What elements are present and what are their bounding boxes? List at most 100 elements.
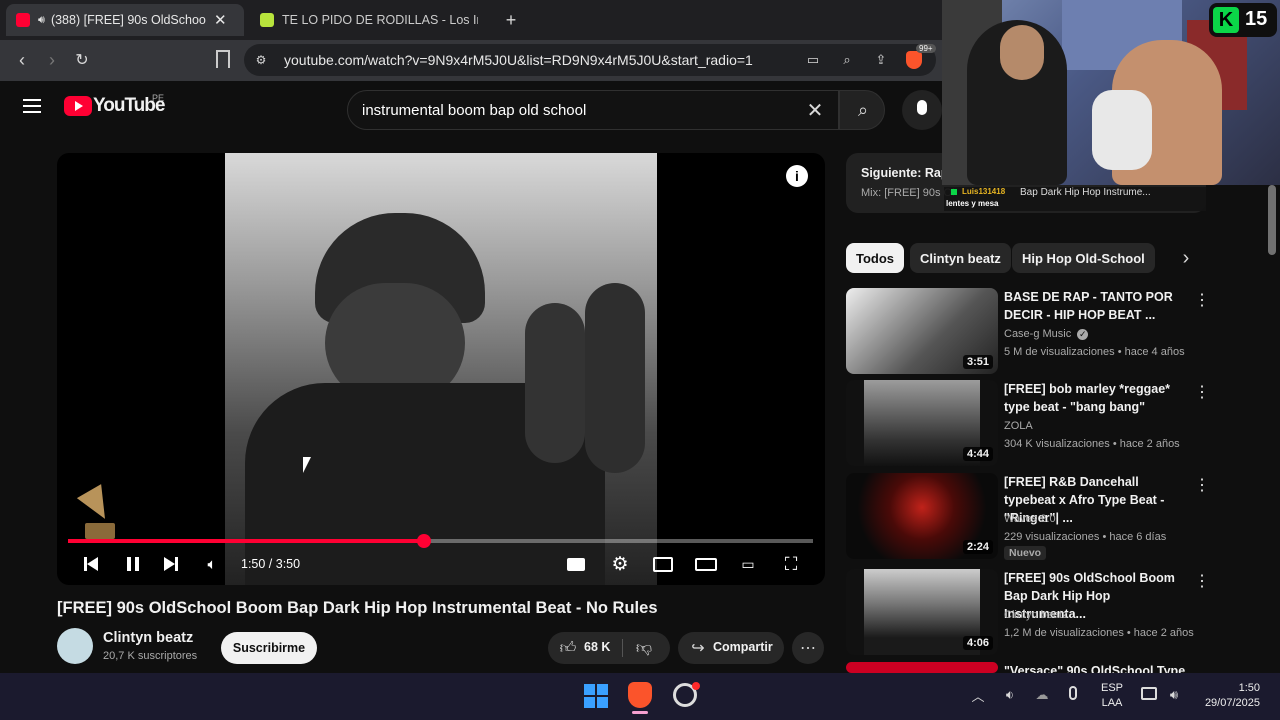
cloud-offline-icon[interactable]: ☁ [1032,685,1052,705]
info-icon[interactable]: i [786,165,808,187]
mouse-cursor-icon [303,457,311,473]
recommendation-meta: 5 M de visualizaciones • hace 4 años [1004,346,1185,358]
menu-icon[interactable] [23,99,41,113]
recommendation-title[interactable]: "Versace" 90s OldSchool Type [1004,662,1190,673]
next-icon[interactable] [162,554,180,574]
recommendation-thumbnail[interactable]: 4:06 [846,569,998,655]
chip-all[interactable]: Todos [846,243,905,273]
previous-icon[interactable] [82,554,100,574]
subtitles-icon[interactable] [566,554,586,574]
progress-scrubber[interactable] [417,534,432,548]
windows-start-icon[interactable] [584,684,608,708]
microphone-tray-icon[interactable] [1069,686,1077,700]
recommendation-item[interactable]: 4:44 [FREE] bob marley *reggae* type bea… [846,380,1266,466]
channel-label: Case-g Music [1004,328,1072,340]
chips-next-icon[interactable]: › [1176,247,1196,269]
recommendation-channel[interactable]: Clintyn beatz [1004,609,1068,621]
subscriber-count: 20,7 K suscriptores [103,650,198,662]
duration-badge: 4:06 [962,636,993,650]
reload-icon[interactable]: ↻ [72,48,92,72]
search-button[interactable]: ⌕ [839,90,885,130]
recommendation-title[interactable]: BASE DE RAP - TANTO POR DECIR - HIP HOP … [1004,288,1190,324]
more-actions-icon[interactable]: ⋯ [792,632,824,664]
grammophone-logo-icon [73,484,121,541]
channel-avatar[interactable] [57,628,93,664]
recommendation-thumbnail[interactable]: 3:51 [846,288,998,374]
forward-icon[interactable]: › [42,48,62,72]
region-code: PE [152,93,165,103]
more-options-icon[interactable]: ⋮ [1194,384,1210,402]
youtube-logo-icon[interactable] [64,96,92,116]
network-icon[interactable] [1141,687,1157,700]
voice-search-button[interactable] [902,90,942,130]
zoom-icon[interactable]: ⌕ [838,50,856,70]
video-player[interactable]: i [57,153,825,585]
recommendation-item[interactable]: 3:51 BASE DE RAP - TANTO POR DECIR - HIP… [846,288,1266,374]
back-icon[interactable]: ‹ [12,48,32,72]
volume-icon[interactable]: 🔈︎ [202,554,222,574]
clock[interactable]: 1:50 29/07/2025 [1196,682,1260,709]
search-query: instrumental boom bap old school [362,101,587,119]
search-icon: ⌕ [857,99,869,120]
address-bar[interactable]: ⚙ youtube.com/watch?v=9N9x4rM5J0U&list=R… [244,44,936,76]
recommendation-thumbnail[interactable]: 2:24 [846,473,998,559]
fullscreen-icon[interactable]: ⛶ [780,553,802,575]
volume-tray-icon[interactable]: 🔊︎ [1164,685,1184,705]
miniplayer-icon[interactable] [652,554,674,574]
duration-badge: 3:51 [962,355,993,369]
new-tab-icon[interactable]: + [500,9,522,31]
clear-search-icon[interactable]: ✕ [804,99,826,122]
recommendation-title[interactable]: [FREE] bob marley *reggae* type beat - "… [1004,380,1190,416]
audio-tray-icon[interactable]: 🔉︎ [1000,685,1020,705]
active-app-indicator [632,711,648,714]
cast-page-icon[interactable]: ▭ [804,50,822,70]
recommendation-item[interactable]: 4:06 [FREE] 90s OldSchool Boom Bap Dark … [846,569,1266,655]
bookmark-icon[interactable] [216,50,230,68]
brave-badge: 99+ [916,44,936,53]
like-icon[interactable]: 👍︎ [558,638,578,658]
pause-icon[interactable] [124,554,142,574]
recommendation-channel[interactable]: Case-g Music ✓ [1004,328,1089,340]
speaker-icon: 🔊︎ [38,13,45,26]
site-settings-icon[interactable]: ⚙ [252,50,270,70]
recommendation-item[interactable]: 2:24 [FREE] R&B Dancehall typebeat x Afr… [846,473,1266,560]
dislike-icon[interactable]: 👎︎ [634,638,654,658]
settings-icon[interactable]: ⚙ [609,553,631,575]
chip-hiphop-oldschool[interactable]: Hip Hop Old-School [1012,243,1155,273]
scrollbar-thumb[interactable] [1268,185,1276,255]
site-favicon-icon [260,13,274,27]
chip-channel[interactable]: Clintyn beatz [910,243,1011,273]
recommendation-thumbnail[interactable] [846,662,998,673]
tray-chevron-icon[interactable]: ︿ [969,685,987,705]
recommendation-channel[interactable]: Waves 2.0 [1004,513,1056,525]
chat-text: Bap Dark Hip Hop Instrume... [1020,187,1151,198]
subscribe-button[interactable]: Suscribirme [221,632,317,664]
duration-badge: 4:44 [962,447,993,461]
cast-icon[interactable]: ▭ [736,554,760,574]
more-options-icon[interactable]: ⋮ [1194,573,1210,591]
recommendation-item[interactable]: "Versace" 90s OldSchool Type [846,662,1266,673]
recommendation-channel[interactable]: ZOLA [1004,420,1033,432]
language-indicator[interactable]: ESP LAA [1100,682,1124,709]
lang-top: ESP [1100,682,1123,694]
brave-shield-icon[interactable] [906,51,922,69]
brave-taskbar-icon[interactable] [628,682,652,708]
recommendation-thumbnail[interactable]: 4:44 [846,380,998,466]
share-icon: ↪ [691,640,705,657]
more-options-icon[interactable]: ⋮ [1194,477,1210,495]
time-display: 1:50 / 3:50 [241,557,301,571]
share-page-icon[interactable]: ⇪ [872,50,890,70]
like-count[interactable]: 68 K [584,640,610,654]
more-options-icon[interactable]: ⋮ [1194,292,1210,310]
recommendation-meta: 1,2 M de visualizaciones • hace 2 años [1004,627,1194,639]
channel-name[interactable]: Clintyn beatz [103,630,193,646]
youtube-favicon-icon [16,13,30,27]
tab-close-icon[interactable]: ✕ [214,11,227,29]
share-button[interactable]: ↪ Compartir [678,632,784,664]
up-next-label: Siguiente: Rap [861,166,949,180]
tab-song[interactable]: TE LO PIDO DE RODILLAS - Los Iracu [250,4,490,36]
tab-youtube[interactable]: 🔊︎ (388) [FREE] 90s OldSchool Bo ✕ [6,4,244,36]
theater-mode-icon[interactable] [694,554,718,574]
progress-bar[interactable] [68,534,813,548]
search-input[interactable]: instrumental boom bap old school ✕ [347,90,839,130]
